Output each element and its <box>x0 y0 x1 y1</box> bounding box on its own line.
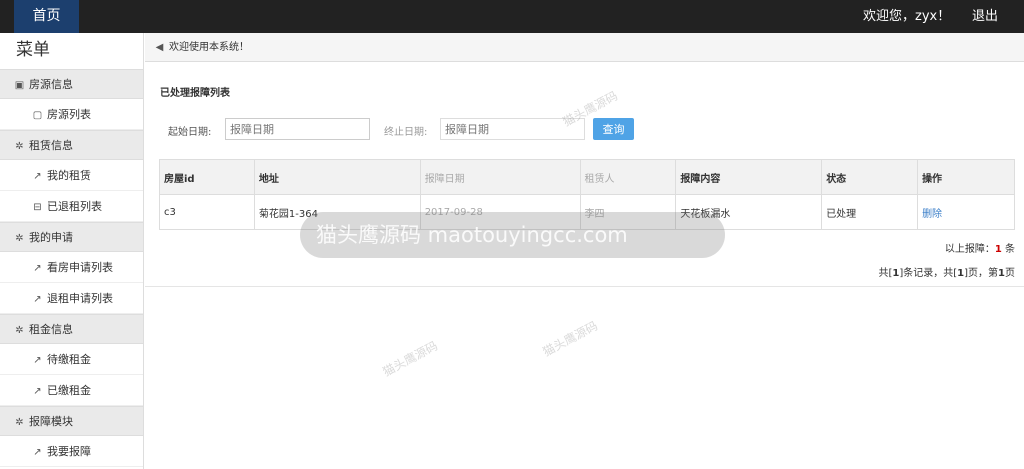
menu-item-label: 房源列表 <box>47 108 91 121</box>
notice-text: 欢迎使用本系统！ <box>169 42 249 53</box>
wrench-icon: ↗ <box>33 171 42 182</box>
menu-item-label: 待缴租金 <box>47 353 91 366</box>
summary-suffix: 条 <box>1001 244 1015 255</box>
wrench-icon: ↗ <box>33 263 42 274</box>
menu-group-house-info[interactable]: ▣ 房源信息 <box>0 69 143 99</box>
column-header: 状态 <box>821 159 919 195</box>
menu-item-my-lease[interactable]: ↗ 我的租赁 <box>0 160 143 191</box>
menu-group-label: 我的申请 <box>29 231 73 244</box>
menu-group-rent-info[interactable]: ✲ 租金信息 <box>0 314 143 344</box>
wrench-icon: ↗ <box>33 447 42 458</box>
column-header: 操作 <box>917 159 1015 195</box>
menu-item-viewing-requests[interactable]: ↗ 看房申请列表 <box>0 252 143 283</box>
summary-prefix: 以上报障： <box>944 244 995 255</box>
contact-card-icon: ▣ <box>14 80 25 91</box>
menu-group-label: 报障模块 <box>29 415 73 428</box>
cell-actions: 删除 <box>917 194 1015 230</box>
column-header: 报障内容 <box>675 159 823 195</box>
gear-icon: ✲ <box>15 417 24 428</box>
start-date-input[interactable] <box>225 118 370 140</box>
menu-group-label: 房源信息 <box>29 78 73 91</box>
nav-home-tab[interactable]: 首页 <box>14 0 79 33</box>
menu-group-my-applications[interactable]: ✲ 我的申请 <box>0 222 143 252</box>
menu-item-label: 看房申请列表 <box>47 261 113 274</box>
top-navbar: 首页 欢迎您，zyx！ 退出 <box>0 0 1024 33</box>
gear-icon: ✲ <box>15 233 24 244</box>
pagination-info: 共[1]条记录，共[1]页，第1页 <box>878 264 1015 279</box>
menu-item-rent-paid[interactable]: ↗ 已缴租金 <box>0 375 143 406</box>
column-header: 地址 <box>253 159 421 195</box>
table-header-row: 房屋id 地址 报障日期 租赁人 报障内容 状态 操作 <box>159 159 1015 195</box>
trash-icon: ⊟ <box>33 202 42 213</box>
sidebar-menu: 菜单 ▣ 房源信息 ▢ 房源列表 ✲ 租赁信息 ↗ 我的租赁 ⊟ 已退租列表 ✲ 我的申请 … <box>0 33 144 469</box>
wrench-icon: ↗ <box>33 294 42 305</box>
menu-group-repairs[interactable]: ✲ 报障模块 <box>0 406 143 436</box>
end-date-label: 终止日期: <box>384 127 428 138</box>
menu-item-ended-lease[interactable]: ⊟ 已退租列表 <box>0 191 143 222</box>
menu-item-label: 我要报障 <box>47 445 91 458</box>
menu-item-house-list[interactable]: ▢ 房源列表 <box>0 99 143 130</box>
pager-current-page: 1 <box>998 268 1005 279</box>
pager-text: ]条记录，共[ <box>899 268 958 279</box>
column-header: 房屋id <box>159 159 255 195</box>
cell-status: 已处理 <box>821 194 919 230</box>
menu-item-label: 我的租赁 <box>47 169 91 182</box>
menu-item-label: 已退租列表 <box>47 200 102 213</box>
pager-text: ]页，第 <box>964 268 999 279</box>
page-title: 已处理报障列表 <box>160 88 230 99</box>
menu-item-label: 已缴租金 <box>47 384 91 397</box>
summary-count: 1 <box>994 244 1002 255</box>
start-date-label: 起始日期: <box>168 127 212 138</box>
gear-icon: ✲ <box>15 141 24 152</box>
delete-link[interactable]: 删除 <box>922 209 942 220</box>
logout-link[interactable]: 退出 <box>972 0 998 33</box>
menu-item-rent-due[interactable]: ↗ 待缴租金 <box>0 344 143 375</box>
gear-icon: ✲ <box>15 325 24 336</box>
watermark-banner: 猫头鹰源码 maotouyingcc.com <box>300 212 725 258</box>
wrench-icon: ↗ <box>33 386 42 397</box>
menu-group-label: 租赁信息 <box>29 139 73 152</box>
speaker-icon: ◀ <box>155 42 164 53</box>
menu-item-label: 退租申请列表 <box>47 292 113 305</box>
menu-group-lease-info[interactable]: ✲ 租赁信息 <box>0 130 143 160</box>
search-button[interactable]: 查询 <box>593 118 634 140</box>
file-icon: ▢ <box>32 110 43 121</box>
wrench-icon: ↗ <box>33 355 42 366</box>
menu-item-report-fault[interactable]: ↗ 我要报障 <box>0 436 143 467</box>
pager-text: 共[ <box>878 268 893 279</box>
cell-house-id: c3 <box>159 194 255 230</box>
fault-count-summary: 以上报障：1 条 <box>945 240 1015 255</box>
menu-group-label: 租金信息 <box>29 323 73 336</box>
welcome-notice: ◀ 欢迎使用本系统！ <box>145 33 1024 62</box>
menu-item-termination-requests[interactable]: ↗ 退租申请列表 <box>0 283 143 314</box>
menu-title: 菜单 <box>16 40 50 60</box>
column-header: 报障日期 <box>419 159 581 195</box>
column-header: 租赁人 <box>579 159 677 195</box>
welcome-user-text: 欢迎您，zyx！ <box>863 9 951 24</box>
pager-text: 页 <box>1005 268 1015 279</box>
